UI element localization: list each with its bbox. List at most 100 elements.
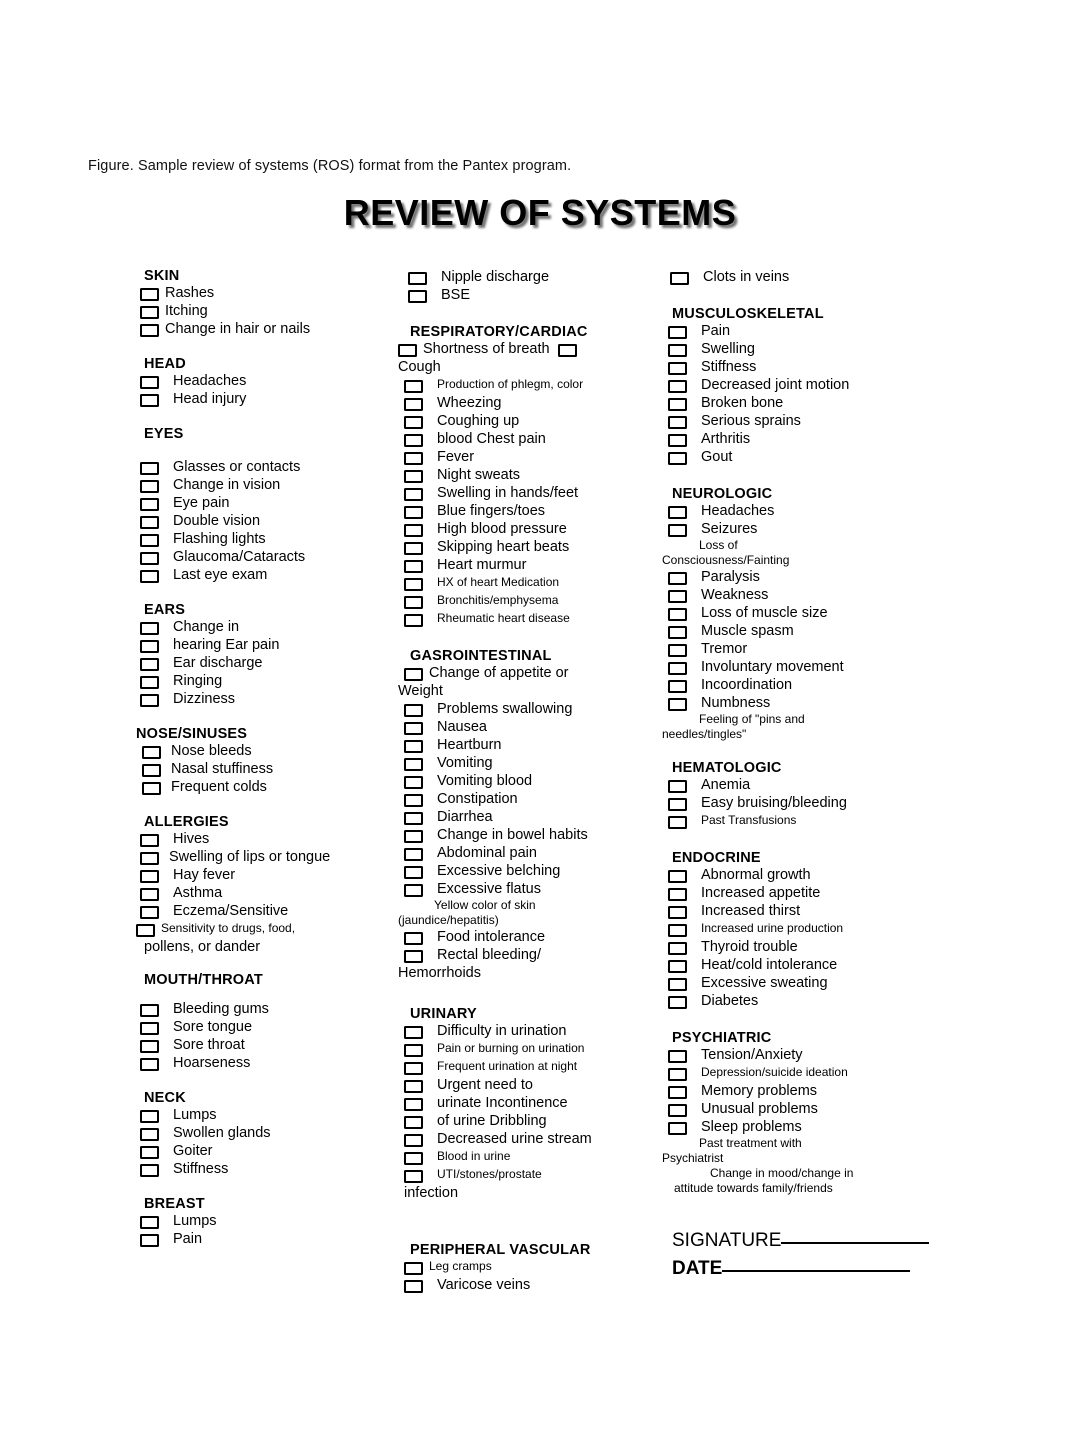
checkbox-icon[interactable] [668,906,687,919]
checkbox-icon[interactable] [404,542,423,555]
checkbox-icon[interactable] [668,626,687,639]
checkbox-icon[interactable] [668,590,687,603]
checkbox-icon[interactable] [140,552,159,565]
checkbox-icon[interactable] [668,452,687,465]
checkbox-row-memory-problems[interactable]: Memory problems [668,1082,942,1100]
checkbox-icon[interactable] [140,694,159,707]
checkbox-icon[interactable] [404,758,423,771]
checkbox-icon[interactable] [668,398,687,411]
checkbox-row-blue-fingers-toes[interactable]: Blue fingers/toes [404,502,660,520]
checkbox-row-neuro-headaches[interactable]: Headaches [668,502,942,520]
checkbox-icon[interactable] [668,1068,687,1081]
checkbox-row-ms-swelling[interactable]: Swelling [668,340,942,358]
checkbox-row-skipping-heart-beats[interactable]: Skipping heart beats [404,538,660,556]
checkbox-row-glaucoma-cataracts[interactable]: Glaucoma/Cataracts [140,548,388,566]
checkbox-row-dizziness[interactable]: Dizziness [140,690,388,708]
checkbox-icon[interactable] [140,498,159,511]
checkbox-icon[interactable] [668,680,687,693]
checkbox-row-urinate-incontinence[interactable]: urinate Incontinence [404,1094,660,1112]
checkbox-icon[interactable] [404,722,423,735]
checkbox-row-flashing-lights[interactable]: Flashing lights [140,530,388,548]
checkbox-icon[interactable] [404,740,423,753]
checkbox-row-headaches[interactable]: Headaches [140,372,388,390]
checkbox-icon[interactable] [404,524,423,537]
checkbox-row-head-injury[interactable]: Head injury [140,390,388,408]
checkbox-row-production-of-phlegm[interactable]: Production of phlegm, color [404,376,660,394]
checkbox-row-excessive-sweating[interactable]: Excessive sweating [668,974,942,992]
checkbox-icon[interactable] [668,608,687,621]
checkbox-icon[interactable] [140,570,159,583]
signature-line[interactable]: SIGNATURE [672,1230,942,1252]
checkbox-row-wheezing[interactable]: Wheezing [404,394,660,412]
checkbox-icon[interactable] [404,1280,423,1293]
checkbox-row-rheumatic-heart-disease[interactable]: Rheumatic heart disease [404,610,660,628]
checkbox-icon[interactable] [140,1164,159,1177]
checkbox-row-hearing-ear-pain[interactable]: hearing Ear pain [140,636,388,654]
checkbox-row-hx-of-heart-medication[interactable]: HX of heart Medication [404,574,660,592]
checkbox-row-change-in-bowel-habits[interactable]: Change in bowel habits [404,826,660,844]
checkbox-icon[interactable] [670,272,689,285]
checkbox-icon[interactable] [668,434,687,447]
checkbox-row-nipple-discharge[interactable]: Nipple discharge [408,268,660,286]
checkbox-icon[interactable] [668,816,687,829]
checkbox-icon[interactable] [140,1040,159,1053]
checkbox-icon[interactable] [404,596,423,609]
checkbox-icon[interactable] [140,1146,159,1159]
checkbox-row-clots-in-veins[interactable]: Clots in veins [670,268,942,286]
checkbox-icon[interactable] [140,1004,159,1017]
checkbox-icon[interactable] [140,394,159,407]
checkbox-row-food-intolerance[interactable]: Food intolerance [404,928,660,946]
checkbox-row-goiter[interactable]: Goiter [140,1142,388,1160]
checkbox-icon[interactable] [404,560,423,573]
checkbox-row-blood-chest-pain[interactable]: blood Chest pain [404,430,660,448]
checkbox-row-abnormal-growth[interactable]: Abnormal growth [668,866,942,884]
checkbox-icon[interactable] [140,852,159,865]
checkbox-row-gout[interactable]: Gout [668,448,942,466]
checkbox-row-excessive-flatus[interactable]: Excessive flatus [404,880,660,898]
checkbox-row-leg-cramps[interactable]: Leg cramps [404,1258,660,1276]
checkbox-icon[interactable] [668,924,687,937]
checkbox-row-breast-lumps[interactable]: Lumps [140,1212,388,1230]
checkbox-icon[interactable] [404,398,423,411]
checkbox-row-coughing-up[interactable]: Coughing up [404,412,660,430]
checkbox-icon[interactable] [404,470,423,483]
checkbox-row-weakness[interactable]: Weakness [668,586,942,604]
checkbox-row-past-transfusions[interactable]: Past Transfusions [668,812,942,830]
checkbox-icon[interactable] [140,534,159,547]
checkbox-icon[interactable] [140,462,159,475]
checkbox-icon[interactable] [140,1110,159,1123]
checkbox-row-of-urine-dribbling[interactable]: of urine Dribbling [404,1112,660,1130]
checkbox-icon[interactable] [668,942,687,955]
checkbox-icon[interactable] [140,288,159,301]
checkbox-icon[interactable] [140,658,159,671]
checkbox-row-swollen-glands[interactable]: Swollen glands [140,1124,388,1142]
checkbox-icon[interactable] [668,888,687,901]
checkbox-row-sleep-problems[interactable]: Sleep problems [668,1118,942,1136]
checkbox-icon[interactable] [404,614,423,627]
checkbox-icon[interactable] [142,782,161,795]
checkbox-icon[interactable] [404,950,423,963]
checkbox-icon[interactable] [668,960,687,973]
checkbox-icon[interactable] [404,866,423,879]
checkbox-row-vomiting[interactable]: Vomiting [404,754,660,772]
checkbox-icon[interactable] [140,1022,159,1035]
checkbox-icon[interactable] [668,524,687,537]
checkbox-row-unusual-problems[interactable]: Unusual problems [668,1100,942,1118]
checkbox-icon[interactable] [404,1152,423,1165]
checkbox-icon[interactable] [668,506,687,519]
checkbox-icon[interactable] [140,324,159,337]
checkbox-row-incoordination[interactable]: Incoordination [668,676,942,694]
checkbox-row-asthma[interactable]: Asthma [140,884,388,902]
checkbox-icon[interactable] [668,380,687,393]
checkbox-icon[interactable] [404,1116,423,1129]
checkbox-icon[interactable] [140,640,159,653]
checkbox-icon[interactable] [668,344,687,357]
checkbox-icon[interactable] [668,572,687,585]
checkbox-row-neck-stiffness[interactable]: Stiffness [140,1160,388,1178]
checkbox-row-varicose-veins[interactable]: Varicose veins [404,1276,660,1294]
checkbox-icon[interactable] [404,668,423,681]
checkbox-icon[interactable] [140,622,159,635]
checkbox-icon[interactable] [668,698,687,711]
checkbox-row-serious-sprains[interactable]: Serious sprains [668,412,942,430]
checkbox-row-breast-pain[interactable]: Pain [140,1230,388,1248]
